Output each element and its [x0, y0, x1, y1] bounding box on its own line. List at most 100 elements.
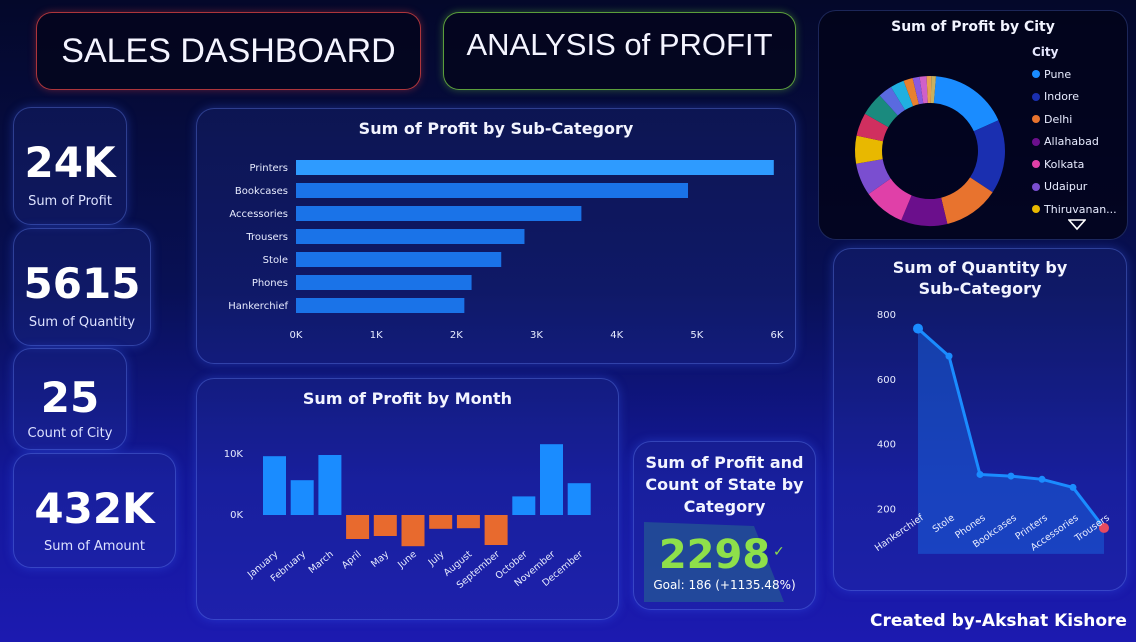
dashboard-title-box: SALES DASHBOARD	[36, 12, 421, 90]
legend-item[interactable]: Pune	[1032, 63, 1128, 86]
bar-category-label: Accessories	[229, 209, 288, 220]
legend-item[interactable]: Thiruvanan...	[1032, 198, 1128, 221]
month-label: June	[395, 549, 419, 571]
subcategory-profit-bar	[296, 206, 582, 221]
legend-marker	[1032, 92, 1040, 101]
bar-category-label: Stole	[263, 255, 288, 266]
kpi-city-label: Count of City	[27, 426, 113, 441]
subcategory-profit-bar	[296, 298, 465, 313]
quantity-subcategory-chart: 800600400200Hankerchief StolePhonesBookca…	[873, 310, 1112, 554]
analysis-title-box: ANALYSIS of PROFIT	[443, 12, 796, 90]
quantity-point	[1038, 475, 1046, 483]
x-tick-label: 6K	[771, 330, 784, 341]
y-tick-label: 200	[877, 504, 896, 515]
credit-text: Created by-Akshat Kishore	[870, 611, 1127, 631]
month-profit-bar	[373, 515, 397, 536]
legend-label: Thiruvanan...	[1044, 202, 1117, 216]
legend-item[interactable]: Allahabad	[1032, 131, 1128, 154]
month-profit-bar	[318, 455, 342, 515]
y-tick-label: 0K	[230, 510, 243, 521]
legend-item[interactable]: Kolkata	[1032, 153, 1128, 176]
kpi-quantity-label: Sum of Quantity	[28, 315, 136, 330]
legend-marker	[1032, 115, 1040, 124]
legend-marker	[1032, 70, 1040, 79]
quantity-by-subcategory-card: Sum of Quantity by Sub-Category 800 600 40…	[833, 248, 1127, 591]
y-tick-label: 10K	[224, 449, 244, 460]
legend-label: Pune	[1044, 67, 1072, 81]
legend-marker	[1032, 160, 1040, 169]
y-tick-label: 600	[877, 375, 896, 386]
subcategory-profit-bar	[296, 160, 774, 175]
month-profit-bar	[401, 515, 425, 547]
gauge-goal: Goal: 186 (+1135.48%)	[653, 578, 796, 592]
month-profit-bar	[429, 515, 453, 529]
city-profit-slice	[933, 76, 999, 132]
legend-label: Kolkata	[1044, 157, 1085, 171]
kpi-profit-value: 24K	[24, 138, 116, 187]
kpi-amount-label: Sum of Amount	[43, 539, 146, 554]
caret-down-icon[interactable]	[1068, 219, 1086, 231]
profit-gauge-card: Sum of Profit and Count of State by Cate…	[633, 441, 816, 610]
x-tick-label: 3K	[530, 330, 543, 341]
month-profit-bar	[290, 480, 314, 515]
subcategory-profit-bar	[296, 183, 689, 198]
subcategory-profit-bar	[296, 275, 472, 290]
subcategory-profit-bar	[296, 229, 525, 244]
month-profit-bar	[484, 515, 508, 545]
city-legend: Pune Indore Delhi Allahabad Kolkata Udaipur Th…	[1032, 63, 1128, 221]
dashboard-title: SALES DASHBOARD	[61, 31, 396, 70]
legend-marker	[1032, 205, 1040, 214]
month-profit-bar	[456, 515, 480, 529]
kpi-card-quantity: 5615 Sum of Quantity	[13, 228, 151, 346]
month-label: April	[340, 549, 364, 571]
month-profit-bar	[346, 515, 370, 539]
kpi-card-amount: 432K Sum of Amount	[13, 453, 176, 568]
legend-label: Delhi	[1044, 112, 1073, 126]
legend-item[interactable]: Udaipur	[1032, 176, 1128, 199]
subcategory-profit-bar	[296, 252, 502, 267]
x-tick-label: 5K	[690, 330, 703, 341]
kpi-card-city: 25 Count of City	[13, 348, 127, 450]
quantity-point	[913, 323, 923, 334]
profit-by-subcategory-card: Sum of Profit by Sub-Category Printers Bo…	[196, 108, 796, 364]
kpi-quantity-value: 5615	[23, 259, 141, 308]
x-tick-label: 4K	[610, 330, 623, 341]
analysis-title: ANALYSIS of PROFIT	[466, 27, 773, 62]
month-profit-bar	[512, 496, 536, 515]
bar-category-label: Bookcases	[235, 186, 288, 197]
profit-subcategory-chart: Printers Bookcases Accessories Trousers Stol…	[228, 160, 784, 341]
legend-title: City	[1032, 45, 1059, 59]
profit-by-city-card: Sum of Profit by City City Pune Indore Del…	[818, 10, 1128, 240]
month-label: March	[307, 549, 336, 576]
quantity-point	[945, 352, 953, 360]
y-tick-label: 400	[877, 440, 896, 451]
legend-item[interactable]: Delhi	[1032, 108, 1128, 131]
bar-category-label: Printers	[250, 163, 288, 174]
legend-item[interactable]: Indore	[1032, 86, 1128, 109]
legend-marker	[1032, 182, 1040, 191]
profit-month-chart: 10K0KJanuaryFebruaryMarch April May June Jul…	[224, 444, 591, 591]
quantity-point	[976, 470, 984, 478]
kpi-profit-label: Sum of Profit	[28, 194, 112, 209]
kpi-amount-value: 432K	[34, 484, 155, 533]
kpi-city-value: 25	[40, 373, 100, 422]
legend-label: Udaipur	[1044, 180, 1088, 194]
check-icon: ✓	[773, 544, 785, 560]
x-tick-label: 0K	[290, 330, 303, 341]
kpi-card-profit: 24K Sum of Profit	[13, 107, 127, 225]
legend-label: Allahabad	[1044, 135, 1099, 149]
x-tick-label: 2K	[450, 330, 463, 341]
month-profit-bar	[540, 444, 563, 515]
month-profit-bar	[567, 483, 591, 515]
month-label: July	[426, 549, 447, 569]
month-profit-bar	[263, 456, 286, 515]
legend-marker	[1032, 137, 1040, 146]
bar-category-label: Trousers	[245, 232, 288, 243]
gauge-value: 2298	[658, 532, 771, 578]
month-label: May	[369, 549, 391, 570]
x-tick-label: 1K	[370, 330, 383, 341]
bar-category-label: Hankerchief	[228, 301, 288, 312]
profit-by-month-card: Sum of Profit by Month 10K 0K January Febru…	[196, 378, 619, 620]
y-tick-label: 800	[877, 310, 896, 321]
bar-category-label: Phones	[252, 278, 288, 289]
